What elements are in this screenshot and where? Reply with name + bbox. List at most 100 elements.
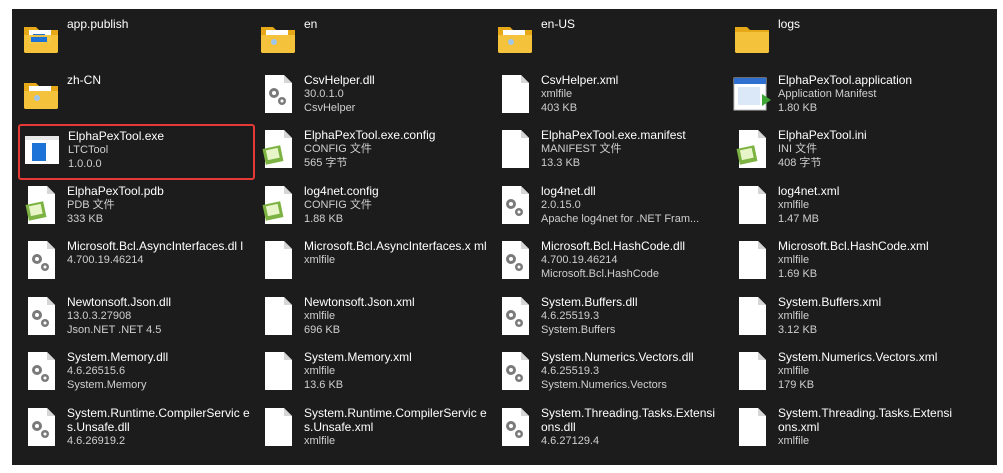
file-item-text: System.Memory.xml xmlfile 13.6 KB	[304, 349, 412, 392]
file-name: System.Numerics.Vectors.dll	[541, 350, 694, 364]
file-item[interactable]: System.Memory.dll 4.6.26515.6 System.Memor…	[18, 346, 255, 402]
file-item-text: ElphaPexTool.pdb PDB 文件 333 KB	[67, 183, 164, 226]
file-name: logs	[778, 17, 801, 31]
file-item[interactable]: System.Buffers.dll 4.6.25519.3 System.Buff…	[492, 291, 729, 347]
dll-gear-icon	[21, 294, 61, 338]
file-item[interactable]: CsvHelper.xml xmlfile 403 KB	[492, 69, 729, 125]
file-name: en-US	[541, 17, 576, 31]
file-name: System.Runtime.CompilerServic es.Unsafe.…	[67, 405, 250, 434]
dll-gear-icon	[21, 349, 61, 393]
file-item-text: en-US	[541, 16, 575, 31]
file-name: CsvHelper.xml	[541, 72, 619, 87]
file-item-text: Microsoft.Bcl.AsyncInterfaces.dl l 4.700.…	[67, 238, 243, 267]
file-meta: Microsoft.Bcl.HashCode	[541, 268, 659, 280]
file-meta: 30.0.1.0	[304, 87, 344, 100]
file-meta: xmlfile	[778, 254, 810, 266]
file-item[interactable]: System.Numerics.Vectors.dll 4.6.25519.3 Sy…	[492, 346, 729, 402]
notepad-file-icon	[732, 127, 772, 171]
file-item[interactable]: log4net.config CONFIG 文件 1.88 KB	[255, 180, 492, 236]
file-item[interactable]: System.Runtime.CompilerServic es.Unsafe.…	[18, 402, 255, 458]
file-item[interactable]: Microsoft.Bcl.AsyncInterfaces.dl l 4.700.…	[18, 235, 255, 291]
file-item[interactable]: System.Buffers.xml xmlfile 3.12 KB	[729, 291, 966, 347]
file-meta: xmlfile	[778, 365, 810, 377]
file-name: System.Threading.Tasks.Extensi ons.xml	[778, 405, 953, 434]
file-meta: 1.80 KB	[778, 101, 818, 114]
exe-window-icon	[22, 128, 62, 172]
blank-file-icon	[495, 127, 535, 171]
file-item[interactable]: Newtonsoft.Json.xml xmlfile 696 KB	[255, 291, 492, 347]
file-item-text: Microsoft.Bcl.AsyncInterfaces.x ml xmlfil…	[304, 238, 487, 267]
file-item[interactable]: ElphaPexTool.exe LTCTool 1.0.0.0	[18, 124, 255, 180]
file-name: CsvHelper.dll	[304, 72, 375, 87]
blank-file-icon	[258, 405, 298, 449]
file-item[interactable]: System.Memory.xml xmlfile 13.6 KB	[255, 346, 492, 402]
file-meta: 1.88 KB	[304, 212, 344, 225]
file-meta: 13.3 KB	[541, 157, 581, 169]
file-item[interactable]: ElphaPexTool.pdb PDB 文件 333 KB	[18, 180, 255, 236]
file-meta: xmlfile	[778, 434, 810, 447]
file-meta: System.Memory	[67, 379, 147, 391]
file-name: ElphaPexTool.application	[778, 72, 913, 87]
file-item[interactable]: ElphaPexTool.application Application Mani…	[729, 69, 966, 125]
file-meta: CsvHelper	[304, 101, 356, 114]
file-item[interactable]: en	[255, 13, 492, 69]
file-item[interactable]: log4net.dll 2.0.15.0 Apache log4net for .N…	[492, 180, 729, 236]
blank-file-icon	[732, 238, 772, 282]
file-item-text: System.Runtime.CompilerServic es.Unsafe.…	[304, 405, 487, 448]
file-item-text: System.Threading.Tasks.Extensi ons.xml xm…	[778, 405, 961, 448]
dll-gear-icon	[495, 238, 535, 282]
file-meta: xmlfile	[304, 434, 336, 447]
file-item[interactable]: en-US	[492, 13, 729, 69]
file-meta: Apache log4net for .NET Fram...	[541, 212, 700, 225]
file-item[interactable]: log4net.xml xmlfile 1.47 MB	[729, 180, 966, 236]
file-meta: 4.6.25519.3	[541, 309, 600, 322]
folder-with-window-icon	[21, 16, 61, 60]
file-name: System.Memory.dll	[67, 350, 169, 364]
file-meta: 4.700.19.46214	[541, 254, 618, 266]
file-item[interactable]: logs	[729, 13, 966, 69]
blank-file-icon	[495, 72, 535, 116]
blank-file-icon	[732, 405, 772, 449]
file-meta: LTCTool	[68, 144, 109, 156]
file-item-text: Microsoft.Bcl.HashCode.dll 4.700.19.46214…	[541, 238, 685, 281]
file-name: ElphaPexTool.exe	[68, 129, 165, 143]
blank-file-icon	[258, 294, 298, 338]
file-item[interactable]: Microsoft.Bcl.HashCode.xml xmlfile 1.69 KB	[729, 235, 966, 291]
file-item-text: System.Buffers.dll 4.6.25519.3 System.Buff…	[541, 294, 637, 337]
file-item-text: System.Numerics.Vectors.xml xmlfile 179 KB	[778, 349, 937, 392]
file-item[interactable]: System.Numerics.Vectors.xml xmlfile 179 KB	[729, 346, 966, 402]
file-meta: xmlfile	[304, 365, 336, 377]
file-name: System.Threading.Tasks.Extensi ons.dll	[541, 405, 716, 434]
file-item-text: en	[304, 16, 317, 31]
notepad-file-icon	[258, 183, 298, 227]
file-item[interactable]: ElphaPexTool.ini INI 文件 408 字节	[729, 124, 966, 180]
file-meta: 1.47 MB	[778, 212, 819, 225]
file-item[interactable]: Microsoft.Bcl.HashCode.dll 4.700.19.46214…	[492, 235, 729, 291]
file-item[interactable]: System.Runtime.CompilerServic es.Unsafe.…	[255, 402, 492, 458]
file-item[interactable]: app.publish	[18, 13, 255, 69]
file-name: Microsoft.Bcl.HashCode.xml	[778, 239, 929, 253]
file-item[interactable]: ElphaPexTool.exe.config CONFIG 文件 565 字节	[255, 124, 492, 180]
file-item[interactable]: System.Threading.Tasks.Extensi ons.dll 4.…	[492, 402, 729, 458]
file-item[interactable]: CsvHelper.dll 30.0.1.0 CsvHelper	[255, 69, 492, 125]
dll-gear-icon	[495, 349, 535, 393]
file-item[interactable]: Newtonsoft.Json.dll 13.0.3.27908 Json.NET …	[18, 291, 255, 347]
file-item[interactable]: zh-CN	[18, 69, 255, 125]
file-item-text: logs	[778, 16, 800, 31]
file-item-text: ElphaPexTool.exe LTCTool 1.0.0.0	[68, 128, 164, 171]
file-item[interactable]: ElphaPexTool.exe.manifest MANIFEST 文件 13.3…	[492, 124, 729, 180]
file-meta: System.Buffers	[541, 323, 616, 336]
file-item-text: Microsoft.Bcl.HashCode.xml xmlfile 1.69 KB	[778, 238, 929, 281]
file-item[interactable]: System.Threading.Tasks.Extensi ons.xml xm…	[729, 402, 966, 458]
blank-file-icon	[732, 294, 772, 338]
file-meta: xmlfile	[541, 87, 573, 100]
notepad-file-icon	[258, 127, 298, 171]
file-meta: 3.12 KB	[778, 323, 818, 336]
file-item-text: ElphaPexTool.exe.config CONFIG 文件 565 字节	[304, 127, 435, 170]
file-name: ElphaPexTool.pdb	[67, 183, 164, 198]
file-meta: 13.6 KB	[304, 379, 344, 391]
file-name: Newtonsoft.Json.dll	[67, 294, 172, 309]
file-item[interactable]: Microsoft.Bcl.AsyncInterfaces.x ml xmlfil…	[255, 235, 492, 291]
file-name: Microsoft.Bcl.AsyncInterfaces.x ml	[304, 239, 487, 253]
file-item-text: ElphaPexTool.ini INI 文件 408 字节	[778, 127, 867, 170]
